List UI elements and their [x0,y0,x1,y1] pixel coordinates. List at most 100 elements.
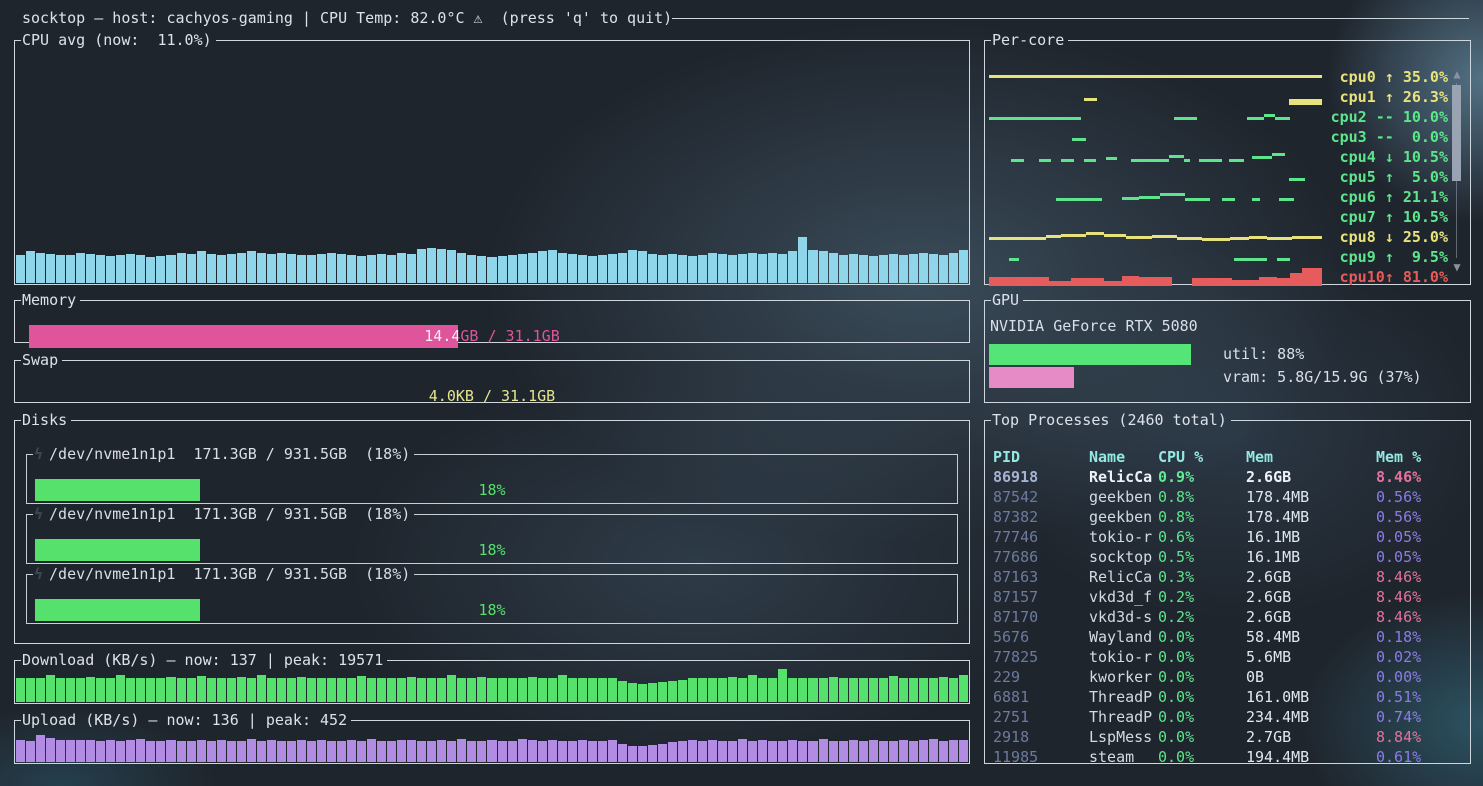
chart-bar [829,253,838,283]
process-name: tokio-r [1089,647,1158,667]
chart-bar [217,740,226,762]
per-core-row: cpu6 ↑ 21.1% [989,187,1448,207]
process-name: ThreadP [1089,687,1158,707]
chart-bar [407,254,416,283]
chart-bar [798,741,807,762]
chart-bar [758,254,767,283]
chart-bar [447,741,456,762]
scrollbar-thumb[interactable] [1452,85,1461,181]
chart-bar [728,255,737,283]
chart-bar [738,739,747,762]
sparkline-segment [1009,258,1019,261]
core-sparkline [989,248,1322,266]
chart-bar [798,237,807,283]
gpu-vram-label: vram: 5.8G/15.9G (37%) [1223,367,1422,388]
sparkline-segment [1232,280,1259,286]
chart-bar [628,683,637,702]
chart-bar [487,740,496,762]
chart-bar [397,678,406,702]
gauge-label-on-fill: 18% [35,599,200,621]
process-row: 11985steam0.0%194.4MB0.61% [985,747,1470,767]
sparkline-segment [1039,159,1051,162]
per-core-scrollbar[interactable]: ▲ ▼ [1451,67,1463,274]
chart-bar [778,254,787,283]
chart-bar [207,741,216,762]
chart-bar [417,741,426,762]
chart-bar [327,741,336,762]
chart-bar [357,676,366,702]
chart-bar [718,678,727,702]
chart-bar [919,253,928,283]
chart-bar [437,249,446,283]
core-sparkline [989,88,1322,106]
chart-bar [618,681,627,702]
chart-bar [788,251,797,283]
chart-bar [939,255,948,283]
core-sparkline [989,128,1322,146]
chart-bar [588,741,597,762]
chart-bar [578,740,587,762]
chart-bar [688,256,697,283]
chart-bar [116,741,125,762]
chart-bar [819,251,828,283]
process-name: geekben [1089,487,1158,507]
gauge-fill [989,344,1191,365]
chart-bar [126,254,135,283]
chart-bar [46,254,55,283]
chart-bar [76,253,85,283]
chart-bar [66,740,75,762]
process-cpu: 0.0% [1158,747,1246,767]
chart-bar [377,741,386,762]
disk-title: /dev/nvme1n1p1 171.3GB / 931.5GB (18%) [49,505,410,523]
gauge-label-clip: 18% [35,479,200,501]
chart-bar [247,678,256,702]
chart-bar [748,675,757,702]
chart-bar [76,740,85,762]
process-cpu: 0.0% [1158,667,1246,687]
upload-panel: Upload (KB/s) — now: 136 | peak: 452 [14,712,970,764]
chart-bar [427,678,436,702]
chart-bar [467,678,476,702]
chart-bar [46,675,55,702]
disk-panel: ϟ/dev/nvme1n1p1 171.3GB / 931.5GB (18%)1… [26,566,958,624]
gauge-label-clip: 18% [35,599,200,621]
per-core-rows: cpu0 ↑ 35.0%cpu1 ↑ 26.3%cpu2 -- 10.0%cpu… [989,67,1448,287]
process-memp: 0.18% [1376,627,1470,647]
process-memp: 8.46% [1376,587,1470,607]
chart-bar [688,740,697,762]
process-pid: 87170 [993,607,1089,627]
chart-bar [96,678,105,702]
sparkline-segment [1049,281,1071,286]
chart-bar [778,669,787,702]
sparkline-segment [989,117,1081,120]
chart-bar [227,678,236,702]
scroll-up-icon[interactable]: ▲ [1451,67,1463,81]
column-header: Mem % [1376,447,1470,467]
chart-bar [859,741,868,762]
per-core-row: cpu5 ↑ 5.0% [989,167,1448,187]
chart-bar [166,677,175,702]
chart-bar [136,678,145,702]
core-sparkline [989,188,1322,206]
sparkline-segment [1056,198,1103,201]
sparkline-segment [1169,155,1184,158]
sparkline-segment [1084,159,1096,162]
chart-bar [879,741,888,762]
process-cpu: 0.3% [1158,567,1246,587]
disk-lightning-icon: ϟ [34,445,49,463]
memory-panel: Memory 14.4GB / 31.1GB14.4GB / 31.1GB [14,292,970,343]
chart-bar [247,251,256,283]
chart-bar [36,678,45,702]
chart-bar [708,253,717,283]
chart-bar [337,254,346,283]
chart-bar [387,255,396,283]
scroll-down-icon[interactable]: ▼ [1451,260,1463,274]
chart-bar [297,255,306,283]
gauge-label-clip: 14.4GB / 31.1GB [29,325,458,348]
chart-bar [317,678,326,702]
sparkline-segment [1267,237,1292,240]
chart-bar [598,741,607,762]
process-cpu: 0.8% [1158,487,1246,507]
chart-bar [56,678,65,702]
core-label: cpu9 ↑ 9.5% [1326,248,1448,266]
